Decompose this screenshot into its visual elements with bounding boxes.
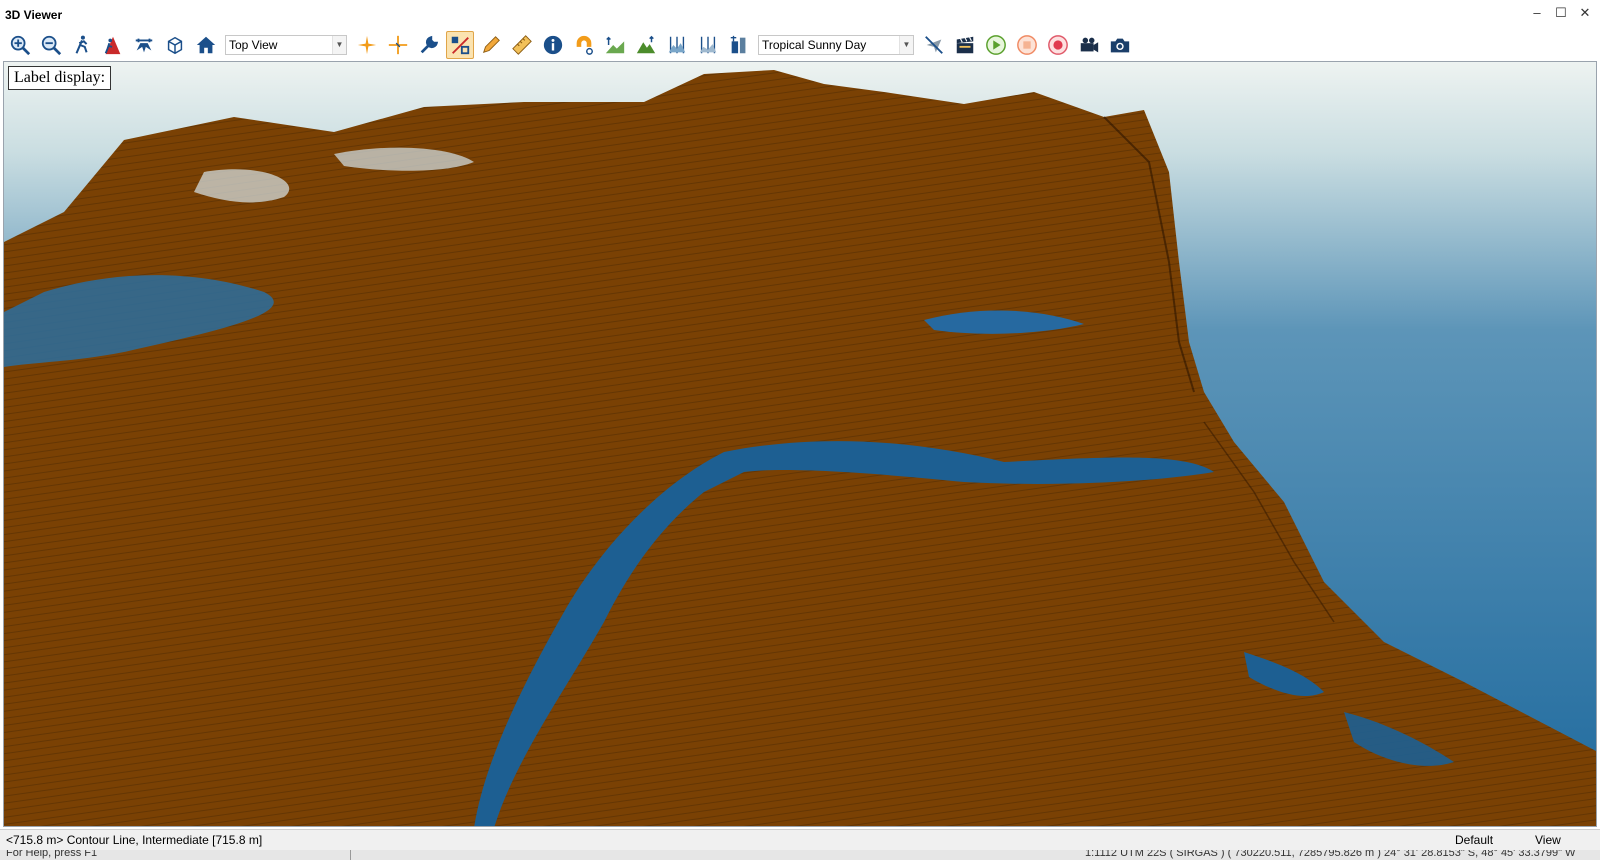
vertical-profile-2-icon <box>699 36 717 54</box>
no-fly-icon <box>925 36 943 54</box>
video-camera-icon <box>1080 37 1099 53</box>
home-button[interactable] <box>192 31 220 59</box>
zoom-in-button[interactable] <box>6 31 34 59</box>
walk-icon <box>75 35 88 54</box>
stop-icon <box>1017 35 1037 55</box>
crosshair-star-icon <box>357 35 377 55</box>
tower-icon <box>730 35 746 54</box>
vertical-profile-2-button[interactable] <box>694 31 722 59</box>
camera-icon <box>1110 38 1130 53</box>
no-fly-button[interactable] <box>920 31 948 59</box>
wrench-icon <box>420 35 439 54</box>
view-select-value: Top View <box>229 38 278 52</box>
zoom-out-icon <box>41 35 62 56</box>
sky-select-value: Tropical Sunny Day <box>762 38 867 52</box>
status-separator <box>350 850 351 860</box>
fly-person-button[interactable] <box>99 31 127 59</box>
wrench-button[interactable] <box>415 31 443 59</box>
video-camera-button[interactable] <box>1075 31 1103 59</box>
info-icon <box>543 35 563 55</box>
cube-icon <box>167 36 183 55</box>
magnet-button[interactable] <box>570 31 598 59</box>
stop-button[interactable] <box>1013 31 1041 59</box>
drone-icon <box>135 38 153 53</box>
crosshair-star-button[interactable] <box>353 31 381 59</box>
label-display-box: Label display: <box>8 66 112 90</box>
record-icon <box>1048 35 1068 55</box>
terrain-slope-icon <box>605 36 625 54</box>
window-title: 3D Viewer <box>5 8 63 22</box>
terrain-slope-button[interactable] <box>601 31 629 59</box>
close-button[interactable]: ✕ <box>1578 6 1592 20</box>
ruler-icon <box>512 35 532 55</box>
chevron-down-icon: ▼ <box>899 36 913 54</box>
sky-select[interactable]: Tropical Sunny Day ▼ <box>758 35 914 55</box>
vertical-profile-button[interactable] <box>663 31 691 59</box>
maximize-button[interactable]: ☐ <box>1554 6 1568 20</box>
play-button[interactable] <box>982 31 1010 59</box>
3d-viewport[interactable]: Label display: <box>3 61 1597 827</box>
terrain-mountain-icon <box>636 35 656 54</box>
tower-button[interactable] <box>725 31 753 59</box>
terrain-scene <box>4 62 1596 826</box>
record-button[interactable] <box>1044 31 1072 59</box>
mode-indicator[interactable]: View <box>1535 833 1561 847</box>
pencil-icon <box>482 36 500 54</box>
title-bar: 3D Viewer – ☐ ✕ <box>0 0 1600 30</box>
window-controls: – ☐ ✕ <box>1530 6 1592 20</box>
zoom-in-icon <box>10 35 31 56</box>
feature-info: <715.8 m> Contour Line, Intermediate [71… <box>6 833 263 847</box>
percent-icon <box>451 36 470 55</box>
viewer-status-bar: <715.8 m> Contour Line, Intermediate [71… <box>0 829 1600 850</box>
fly-person-icon <box>104 36 121 55</box>
toolbar: Top View ▼ Tropical Sunny Day ▼ <box>0 28 1600 62</box>
minimize-button[interactable]: – <box>1530 6 1544 20</box>
app-status-bar: For Help, press F1 1:1112 UTM 22S ( SIRG… <box>0 850 1600 860</box>
view-select[interactable]: Top View ▼ <box>225 35 347 55</box>
percent-button[interactable] <box>446 31 474 59</box>
walk-button[interactable] <box>68 31 96 59</box>
crosshair-button[interactable] <box>384 31 412 59</box>
magnet-icon <box>576 35 593 55</box>
help-hint: For Help, press F1 <box>6 850 98 859</box>
coordinate-readout: 1:1112 UTM 22S ( SIRGAS ) ( 730220.511, … <box>1085 850 1576 859</box>
home-icon <box>196 36 216 54</box>
terrain-mountain-button[interactable] <box>632 31 660 59</box>
crosshair-icon <box>388 35 408 55</box>
camera-button[interactable] <box>1106 31 1134 59</box>
ruler-button[interactable] <box>508 31 536 59</box>
clapper-icon <box>956 36 974 54</box>
zoom-out-button[interactable] <box>37 31 65 59</box>
vertical-profile-icon <box>668 36 686 54</box>
info-button[interactable] <box>539 31 567 59</box>
cube-button[interactable] <box>161 31 189 59</box>
clapper-button[interactable] <box>951 31 979 59</box>
play-icon <box>986 35 1006 55</box>
style-indicator[interactable]: Default <box>1455 833 1493 847</box>
drone-button[interactable] <box>130 31 158 59</box>
chevron-down-icon: ▼ <box>332 36 346 54</box>
pencil-button[interactable] <box>477 31 505 59</box>
